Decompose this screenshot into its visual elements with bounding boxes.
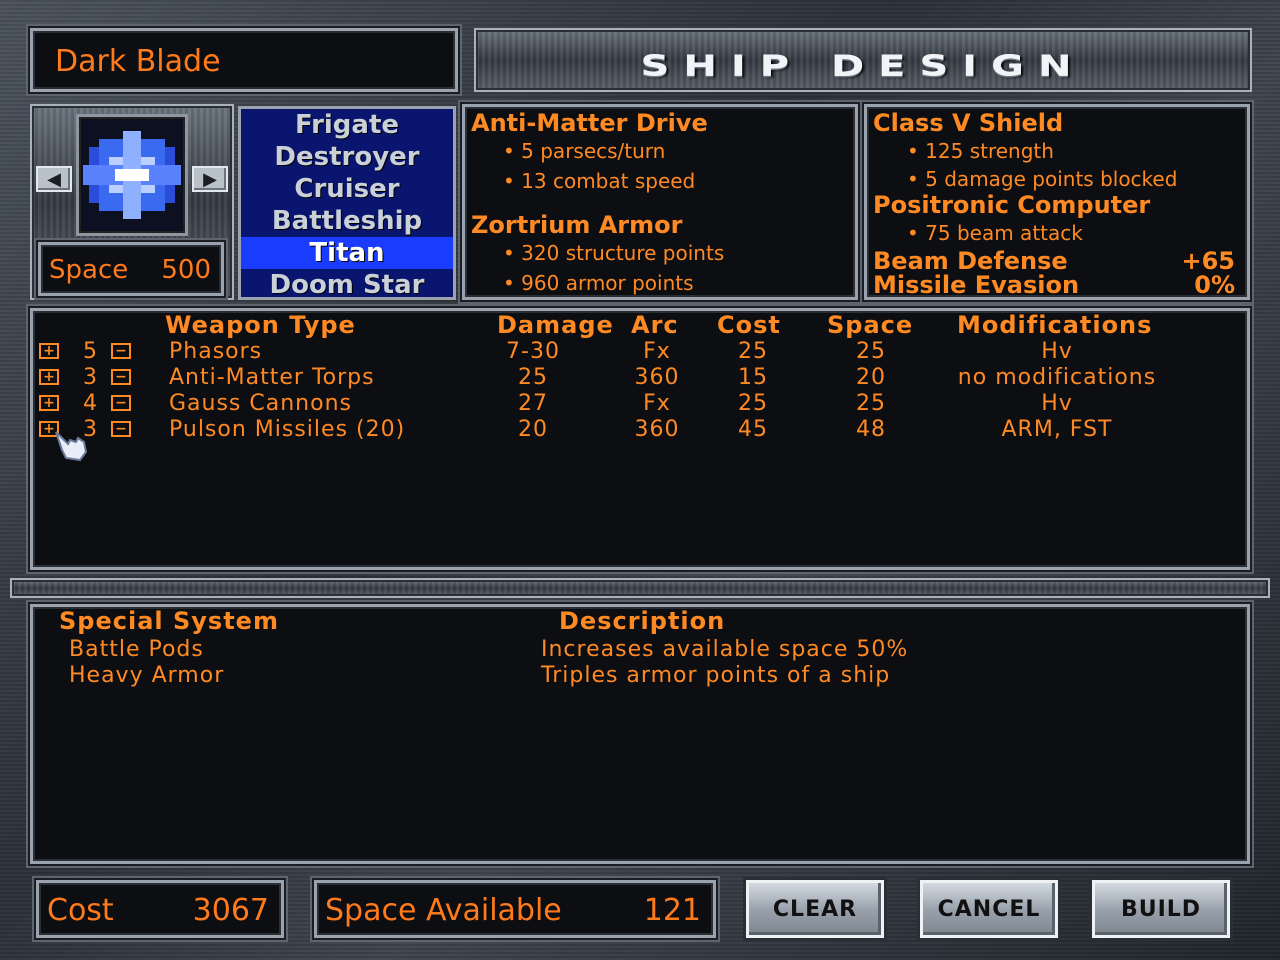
- space-available-panel: Space Available 121: [314, 880, 716, 938]
- hull-item-cruiser[interactable]: Cruiser: [241, 173, 453, 205]
- special-system-description: Increases available space 50%: [541, 637, 909, 662]
- weapon-mods[interactable]: Hv: [1041, 391, 1073, 416]
- remove-weapon-button[interactable]: −: [111, 421, 131, 437]
- space-value: 500: [161, 255, 211, 285]
- weapon-arc: Fx: [643, 391, 671, 416]
- hull-item-destroyer[interactable]: Destroyer: [241, 141, 453, 173]
- remove-weapon-button[interactable]: −: [111, 369, 131, 385]
- specials-panel: Special System Description Battle Pods In…: [30, 604, 1250, 864]
- weapon-arc: Fx: [643, 339, 671, 364]
- weapon-space: 48: [856, 417, 886, 442]
- weapon-cost: 45: [738, 417, 768, 442]
- weapon-name[interactable]: Anti-Matter Torps: [169, 365, 375, 390]
- weapon-count: 3: [83, 365, 98, 390]
- weapon-space: 25: [856, 339, 886, 364]
- weapon-count: 5: [83, 339, 98, 364]
- computer-bullet-1: • 75 beam attack: [907, 221, 1083, 245]
- next-ship-button[interactable]: ▶: [192, 166, 228, 192]
- hull-item-battleship[interactable]: Battleship: [241, 205, 453, 237]
- computer-name[interactable]: Positronic Computer: [873, 191, 1150, 219]
- space-available-value: 121: [643, 893, 701, 928]
- col-special-system: Special System: [59, 607, 279, 635]
- weapon-space: 20: [856, 365, 886, 390]
- weapon-cost: 25: [738, 391, 768, 416]
- weapon-damage: 27: [518, 391, 548, 416]
- weapon-damage: 7-30: [506, 339, 560, 364]
- weapon-count: 4: [83, 391, 98, 416]
- space-panel: Space 500: [38, 242, 224, 296]
- shield-name[interactable]: Class V Shield: [873, 109, 1063, 137]
- shield-bullet-1: • 125 strength: [907, 139, 1054, 163]
- drive-name[interactable]: Anti-Matter Drive: [471, 109, 708, 137]
- weapon-space: 25: [856, 391, 886, 416]
- weapon-arc: 360: [634, 417, 680, 442]
- weapon-mods[interactable]: Hv: [1041, 339, 1073, 364]
- missile-evasion-label: Missile Evasion: [873, 271, 1080, 299]
- col-damage: Damage: [497, 311, 614, 339]
- title-banner: SHIP DESIGN: [474, 28, 1252, 92]
- cancel-button[interactable]: CANCEL: [920, 880, 1058, 938]
- special-system-name[interactable]: Heavy Armor: [69, 663, 224, 688]
- drive-armor-panel: Anti-Matter Drive • 5 parsecs/turn • 13 …: [462, 104, 858, 300]
- add-weapon-button[interactable]: +: [39, 369, 59, 385]
- ship-sprite-icon: [83, 131, 181, 219]
- armor-bullet-1: • 320 structure points: [503, 241, 725, 265]
- space-available-label: Space Available: [325, 893, 562, 928]
- clear-button[interactable]: CLEAR: [746, 880, 884, 938]
- armor-name[interactable]: Zortrium Armor: [471, 211, 682, 239]
- col-description: Description: [559, 607, 726, 635]
- weapon-damage: 25: [518, 365, 548, 390]
- weapon-mods[interactable]: no modifications: [958, 365, 1156, 390]
- weapons-panel: Weapon Type Damage Arc Cost Space Modifi…: [30, 308, 1250, 570]
- remove-weapon-button[interactable]: −: [111, 395, 131, 411]
- remove-weapon-button[interactable]: −: [111, 343, 131, 359]
- hull-item-titan[interactable]: Titan: [241, 237, 453, 269]
- add-weapon-button[interactable]: +: [39, 395, 59, 411]
- special-system-name[interactable]: Battle Pods: [69, 637, 204, 662]
- screen-title: SHIP DESIGN: [640, 50, 1086, 84]
- col-arc: Arc: [631, 311, 679, 339]
- hull-item-doom-star[interactable]: Doom Star: [241, 269, 453, 301]
- arrow-left-icon: ◀: [47, 168, 61, 190]
- col-modifications: Modifications: [957, 311, 1153, 339]
- ship-name-panel[interactable]: Dark Blade: [30, 28, 458, 92]
- hull-list: Frigate Destroyer Cruiser Battleship Titan Do…: [238, 106, 456, 300]
- missile-evasion-value: 0%: [1194, 271, 1235, 299]
- divider-rail: [10, 578, 1270, 598]
- ship-image: [76, 114, 188, 236]
- weapon-name[interactable]: Pulson Missiles (20): [169, 417, 405, 442]
- build-button[interactable]: BUILD: [1092, 880, 1230, 938]
- space-label: Space: [49, 255, 129, 285]
- weapon-cost: 15: [738, 365, 768, 390]
- cost-label: Cost: [47, 893, 114, 928]
- col-space: Space: [827, 311, 914, 339]
- drive-bullet-2: • 13 combat speed: [503, 169, 696, 193]
- ship-name[interactable]: Dark Blade: [55, 44, 221, 79]
- shield-computer-panel: Class V Shield • 125 strength • 5 damage…: [864, 104, 1250, 300]
- cost-panel: Cost 3067: [36, 880, 284, 938]
- shield-bullet-2: • 5 damage points blocked: [907, 167, 1178, 191]
- hull-item-frigate[interactable]: Frigate: [241, 109, 453, 141]
- hand-cursor-icon: [55, 431, 88, 462]
- weapon-mods[interactable]: ARM, FST: [1002, 417, 1113, 442]
- weapon-name[interactable]: Gauss Cannons: [169, 391, 352, 416]
- prev-ship-button[interactable]: ◀: [36, 166, 72, 192]
- weapon-damage: 20: [518, 417, 548, 442]
- col-cost: Cost: [717, 311, 781, 339]
- special-system-description: Triples armor points of a ship: [541, 663, 891, 688]
- armor-bullet-2: • 960 armor points: [503, 271, 694, 295]
- cost-value: 3067: [192, 893, 269, 928]
- arrow-right-icon: ▶: [203, 168, 217, 190]
- weapon-name[interactable]: Phasors: [169, 339, 262, 364]
- weapon-arc: 360: [634, 365, 680, 390]
- weapon-cost: 25: [738, 339, 768, 364]
- add-weapon-button[interactable]: +: [39, 343, 59, 359]
- drive-bullet-1: • 5 parsecs/turn: [503, 139, 666, 163]
- col-weapon-type: Weapon Type: [165, 311, 356, 339]
